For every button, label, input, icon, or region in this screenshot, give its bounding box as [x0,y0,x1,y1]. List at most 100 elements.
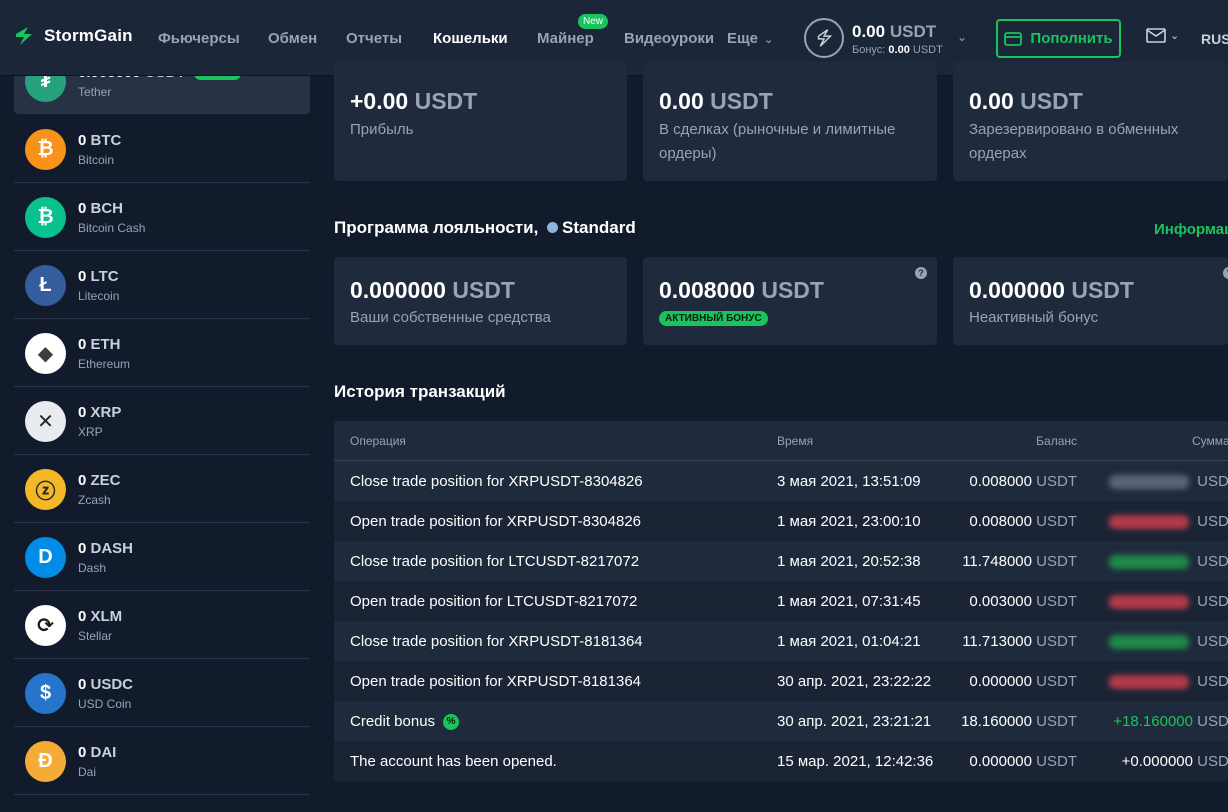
balance-currency: USDT [1036,473,1077,490]
wallet-item-ltc[interactable]: Ł0 LTC Litecoin [14,252,310,319]
operation-text: Open trade position for LTCUSDT-8217072 [350,593,638,610]
sum-currency: USDT [1197,673,1228,690]
balance-cell: 0.000000 USDT [969,753,1077,770]
nav-video-lessons[interactable]: Видеоуроки [624,30,714,47]
nav-wallets[interactable]: Кошельки [433,30,508,47]
operation-cell: Credit bonus% [350,713,460,731]
nav-miner[interactable]: Майнер [537,30,594,47]
chevron-down-icon: ⌄ [764,34,774,46]
balance-value: 0.003000 [969,593,1032,610]
account-balance[interactable]: 0.00 USDT [852,22,936,42]
wallet-amount-value: 0 [78,472,87,489]
inactive-bonus-amount: 0.000000 [969,277,1065,303]
balance-cell: 11.713000 USDT [962,633,1077,650]
reserved-value: 0.00 USDT [969,88,1083,115]
bitcoin-icon: ₿ [25,129,66,170]
wallet-item-dash[interactable]: D0 DASH Dash [14,524,310,591]
wallet-coin-name: Tether [78,85,112,99]
column-sum[interactable]: Сумма [1192,434,1228,448]
sum-value: +0.000000 [1121,753,1193,770]
wallet-item-xlm[interactable]: ⟳ 0 XLM Stellar [14,592,310,659]
balance-value: 0.000000 [969,753,1032,770]
balance-value: 18.160000 [961,713,1032,730]
language-selector[interactable]: RUS [1201,31,1228,47]
table-header: Операция Время Баланс Сумма [334,421,1228,461]
wallet-item-xrp[interactable]: ✕ 0 XRP XRP [14,388,310,455]
wallet-amount: 0 ZEC [78,472,121,489]
column-time[interactable]: Время [777,434,813,448]
sum-currency: USDT [1197,473,1228,490]
wallet-coin-name: Zcash [78,493,111,507]
nav-reports[interactable]: Отчеты [346,30,402,47]
reserved-amount: 0.00 [969,88,1014,114]
wallet-coin-name: Bitcoin Cash [78,221,146,235]
sum-cell: USDT [1108,673,1228,690]
loyalty-title: Программа лояльности, Standard [334,218,636,238]
transactions-table: Операция Время Баланс Сумма Close trade … [334,421,1228,781]
operation-cell: The account has been opened. [350,753,557,770]
stormgain-logo[interactable]: StormGain [12,24,133,48]
help-icon[interactable]: ? [915,267,927,279]
operation-cell: Open trade position for XRPUSDT-8304826 [350,513,641,530]
nav-more-label: Еще [727,30,759,47]
wallet-symbol: ETH [90,336,121,353]
operation-text: Open trade position for XRPUSDT-8181364 [350,673,641,690]
balance-lightning-icon[interactable] [804,18,844,58]
balance-cell: 0.008000 USDT [969,513,1077,530]
help-icon[interactable]: ? [1223,267,1228,279]
sum-currency: USDT [1197,513,1228,530]
reserved-label-line1: Зарезервировано в обменных [969,121,1179,138]
wallet-item-zec[interactable]: ⓩ 0 ZEC Zcash [14,456,310,523]
nav-more-dropdown[interactable]: Еще ⌄ [727,30,773,47]
bonus-currency: USDT [912,44,943,56]
balance-currency: USDT [889,22,937,41]
wallet-amount-value: 0 [78,268,87,285]
loyalty-title-text: Программа лояльности, [334,218,539,237]
deposit-button[interactable]: Пополнить [996,19,1121,58]
zcash-icon: ⓩ [25,469,66,510]
sum-currency: USDT [1197,593,1228,610]
sum-currency: USDT [1197,713,1228,730]
column-balance[interactable]: Баланс [1036,434,1077,448]
percent-bonus-icon: % [443,714,460,731]
chevron-down-icon: ⌄ [1170,30,1180,42]
time-cell: 3 мая 2021, 13:51:09 [777,473,921,490]
nav-exchange[interactable]: Обмен [268,30,317,47]
wallet-symbol: DASH [90,540,134,557]
balance-cell: 0.008000 USDT [969,473,1077,490]
in-trades-label-line1: В сделках (рыночные и лимитные [659,121,896,138]
sum-currency: USDT [1197,753,1228,770]
wallet-amount-value: 0 [78,404,87,421]
wallet-item-btc[interactable]: ₿ 0 BTC Bitcoin [14,116,310,183]
column-operation[interactable]: Операция [350,434,406,448]
table-row: Open trade position for LTCUSDT-8217072 1… [334,581,1228,621]
time-cell: 1 мая 2021, 20:52:38 [777,553,921,570]
time-cell: 15 мар. 2021, 12:42:36 [777,753,934,770]
balance-currency: USDT [1036,753,1077,770]
own-funds-value: 0.000000 USDT [350,277,515,304]
bonus-balance: Бонус: 0.00 USDT [852,44,943,56]
active-bonus-card: 0.008000 USDT АКТИВНЫЙ БОНУС ? [643,257,937,345]
messages-dropdown[interactable]: ⌄ [1146,28,1179,43]
profit-label: Прибыль [350,121,414,138]
wallet-item-dai[interactable]: Đ0 DAI Dai [14,728,310,795]
loyalty-info-link[interactable]: Информация [1154,221,1228,238]
time-cell: 1 мая 2021, 01:04:21 [777,633,921,650]
new-badge: New [578,14,609,29]
wallet-symbol: XRP [90,404,122,421]
active-bonus-currency: USDT [761,277,824,303]
own-funds-currency: USDT [452,277,515,303]
wallet-item-usdt[interactable]: ₮ 0.008000 USDT БОНУС Tether [14,76,310,114]
balance-value: 0.008000 [969,473,1032,490]
sum-redacted [1108,515,1189,530]
operation-text: Close trade position for XRPUSDT-8181364 [350,633,643,650]
wallet-item-usdc[interactable]: $0 USDC USD Coin [14,660,310,727]
wallet-symbol: USDT [145,76,186,81]
wallet-symbol: LTC [90,268,119,285]
wallet-item-bch[interactable]: ₿ 0 BCH Bitcoin Cash [14,184,310,251]
wallet-item-eth[interactable]: ◆ 0 ETH Ethereum [14,320,310,387]
wallet-coin-name: Stellar [78,629,113,643]
balance-chevron-down-icon[interactable]: ⌄ [957,30,967,44]
nav-futures[interactable]: Фьючерсы [158,30,240,47]
wallet-amount-value: 0 [78,676,87,693]
